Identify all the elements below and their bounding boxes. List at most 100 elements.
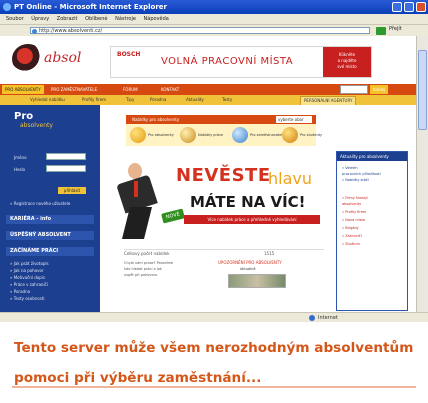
register-link[interactable]: » Registrace nového uživatele: [10, 201, 70, 206]
menu-item-help[interactable]: Nápověda: [144, 16, 169, 22]
sidebar-section[interactable]: ÚSPĚŠNÝ ABSOLVENT: [6, 231, 94, 240]
news-link[interactable]: pracovních příležitostí: [342, 172, 381, 176]
ad-banner[interactable]: BOSCH VOLNÁ PRACOVNÍ MÍSTA Klikněte a na…: [110, 46, 372, 78]
maximize-button[interactable]: [404, 2, 414, 12]
offers-count-row: Celkový počet nabídek 1515: [124, 249, 324, 258]
sidebar-subtitle: absolventy: [20, 122, 53, 129]
offers-bar: Nabídky pro absolventy vyberte obor: [126, 115, 316, 124]
left-sidebar: Pro absolventy Jméno Heslo přihlásit » R…: [0, 105, 100, 312]
subnav-item[interactable]: Profily firem: [82, 96, 106, 104]
category-ball-icon[interactable]: [232, 127, 248, 143]
sidebar-section[interactable]: KARIÉRA - info: [6, 215, 94, 224]
caption-text: Tento server může všem nerozhodným absol…: [14, 340, 414, 386]
category-ball-icon[interactable]: [180, 127, 196, 143]
subnav-item[interactable]: Aktuality: [186, 96, 204, 104]
promo-subheadline: MÁTE NA VÍC!: [190, 193, 306, 211]
caption-divider: [12, 386, 416, 388]
promo-headline-accent: hlavu: [268, 169, 312, 188]
promo-banner[interactable]: NEVĚSTE hlavu MÁTE NA VÍC! NOVÉ Více nab…: [116, 155, 322, 243]
go-button[interactable]: Přejít: [389, 26, 402, 32]
site-search-button[interactable]: hledej: [370, 85, 388, 94]
banner-text: VOLNÁ PRACOVNÍ MÍSTA: [161, 56, 294, 67]
notice-heading[interactable]: UPOZORNĚNÍ PRO ABSOLVENTY: [218, 260, 282, 265]
internet-zone-icon: [309, 315, 315, 321]
page-viewport: absol BOSCH VOLNÁ PRACOVNÍ MÍSTA Kliknět…: [0, 36, 416, 312]
site-logo-text[interactable]: absol: [44, 50, 81, 66]
subnav-item[interactable]: Poradna: [150, 96, 166, 104]
offers-bar-title: Nabídky pro absolventy: [132, 117, 180, 122]
body-text: uspět při pohovoru.: [124, 273, 159, 277]
sidebar-link[interactable]: » Testy osobnosti: [10, 296, 45, 301]
nav-tab-kontakt[interactable]: KONTAKT: [158, 85, 182, 94]
menu-item-edit[interactable]: Úpravy: [31, 16, 49, 22]
promo-strip[interactable]: Více nabídek práce a přehledné vyhledává…: [184, 215, 320, 224]
right-sidebar: Aktuality pro absolventy » Veletrh praco…: [328, 105, 416, 312]
promo-headline: NEVĚSTE: [176, 165, 271, 186]
category-ball-icon[interactable]: [130, 127, 146, 143]
nav-tab-pro-zamestnavatele[interactable]: PRO ZAMĚSTNAVATELE: [48, 85, 100, 94]
vertical-scrollbar[interactable]: [416, 36, 428, 312]
subnav-item[interactable]: Testy: [222, 96, 232, 104]
body-text: kde hledat práci a jak: [124, 267, 162, 271]
category-ball-icon[interactable]: [282, 127, 298, 143]
menu-item-file[interactable]: Soubor: [6, 16, 24, 22]
sidebar-link[interactable]: » Jak psát životopis: [10, 261, 49, 266]
ie-icon: [3, 3, 11, 11]
login-input[interactable]: [46, 153, 86, 160]
nav-tab-pro-absolventy[interactable]: PRO ABSOLVENTY: [2, 85, 44, 94]
go-arrow-icon[interactable]: [376, 27, 386, 35]
nav-tab-forum[interactable]: FÓRUM: [120, 85, 141, 94]
site-header: absol BOSCH VOLNÁ PRACOVNÍ MÍSTA Kliknět…: [0, 36, 416, 84]
main-nav: PRO ABSOLVENTY PRO ZAMĚSTNAVATELE FÓRUM …: [0, 84, 416, 95]
jumping-man-illustration: [116, 163, 158, 241]
close-button[interactable]: [416, 2, 426, 12]
browser-screenshot: PT Online - Microsoft Internet Explorer …: [0, 0, 428, 322]
news-link[interactable]: » Firmy hledají: [342, 196, 368, 200]
address-toolbar: http://www.absolventi.cz/ Přejít: [0, 24, 428, 36]
address-field[interactable]: http://www.absolventi.cz/: [30, 27, 370, 34]
news-link[interactable]: » Brigády: [342, 226, 359, 230]
site-logo-icon[interactable]: [12, 44, 44, 74]
password-label: Heslo: [14, 167, 26, 172]
article-caption: Tento server může všem nerozhodným absol…: [0, 322, 428, 403]
login-button[interactable]: přihlásit: [58, 187, 86, 194]
news-link[interactable]: » Veletrh: [342, 166, 358, 170]
sub-nav: Vyhledat nabídku Profily firem Tipy Pora…: [0, 95, 416, 106]
sidebar-link[interactable]: » Jak na pohovor: [10, 268, 44, 273]
sidebar-link[interactable]: » Práce v zahraničí: [10, 282, 48, 287]
menu-item-favorites[interactable]: Oblíbené: [85, 16, 107, 22]
sidebar-section[interactable]: ZAČÍNÁME PRÁCI: [6, 247, 94, 256]
category-label[interactable]: Nabídky práce: [198, 133, 223, 137]
menu-item-view[interactable]: Zobrazit: [57, 16, 78, 22]
subnav-item[interactable]: Tipy: [126, 96, 134, 104]
window-titlebar: PT Online - Microsoft Internet Explorer: [0, 0, 428, 14]
main-content: Nabídky pro absolventy vyberte obor Pro …: [100, 105, 328, 312]
site-search-input[interactable]: [340, 85, 368, 94]
subnav-item[interactable]: Vyhledat nabídku: [30, 96, 65, 104]
notice-subheading: Aktuálně: [240, 267, 256, 271]
news-link[interactable]: » Nová místa: [342, 218, 365, 222]
category-label[interactable]: Pro studenty: [300, 133, 322, 137]
offers-count-label: Celkový počet nabídek: [124, 251, 170, 256]
login-label: Jméno: [14, 155, 27, 160]
sidebar-link[interactable]: » Motivační dopis: [10, 275, 45, 280]
news-link[interactable]: » Profily firem: [342, 210, 366, 214]
news-box-title: Aktuality pro absolventy: [337, 152, 407, 161]
minimize-button[interactable]: [392, 2, 402, 12]
password-input[interactable]: [46, 165, 86, 172]
scrollbar-thumb[interactable]: [418, 50, 427, 130]
banner-brand: BOSCH: [117, 51, 141, 58]
news-box: Aktuality pro absolventy » Veletrh praco…: [336, 151, 408, 311]
category-label[interactable]: Pro zaměstnavatele: [250, 133, 285, 137]
news-link[interactable]: » Studium: [342, 242, 360, 246]
news-link[interactable]: » Zahraničí: [342, 234, 362, 238]
sidebar-link[interactable]: » Poradna: [10, 289, 30, 294]
banner-cta[interactable]: Klikněte a najděte své místo: [323, 47, 371, 77]
banner-cta-line: své místo: [337, 64, 357, 69]
notice-thumbnail[interactable]: [228, 274, 286, 288]
news-link[interactable]: » Nabídky stáží: [342, 178, 369, 182]
news-link[interactable]: absolventy: [342, 202, 361, 206]
field-select[interactable]: vyberte obor: [276, 116, 312, 123]
category-label[interactable]: Pro absolventy: [148, 133, 174, 137]
menu-item-tools[interactable]: Nástroje: [115, 16, 136, 22]
